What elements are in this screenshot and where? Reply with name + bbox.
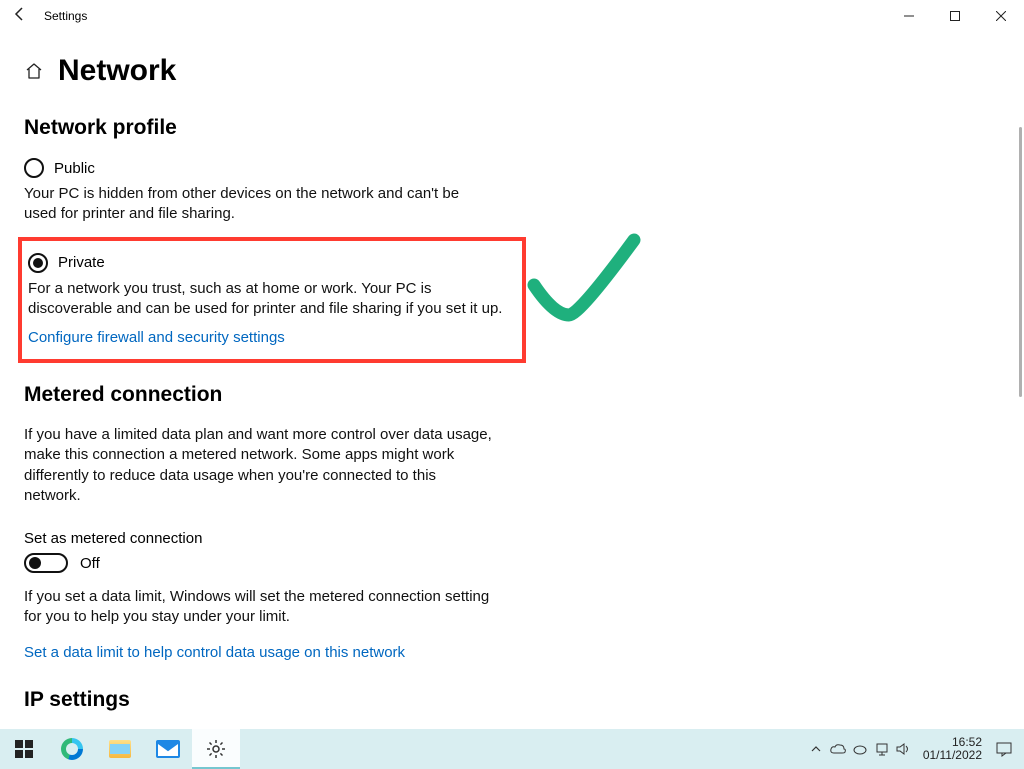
radio-private[interactable]: Private — [28, 253, 512, 273]
taskbar-edge[interactable] — [48, 729, 96, 769]
metered-block: If you have a limited data plan and want… — [24, 425, 494, 662]
folder-icon — [109, 740, 131, 758]
mail-icon — [156, 740, 180, 758]
gear-icon — [206, 739, 226, 759]
radio-public-label: Public — [54, 160, 95, 177]
section-network-profile-heading: Network profile — [24, 116, 1000, 140]
page-title: Network — [58, 54, 176, 88]
configure-firewall-link[interactable]: Configure firewall and security settings — [28, 329, 285, 346]
data-limit-description: If you set a data limit, Windows will se… — [24, 587, 494, 628]
vertical-scrollbar[interactable] — [1019, 127, 1022, 397]
home-icon[interactable] — [24, 61, 44, 81]
metered-toggle[interactable] — [24, 553, 68, 573]
set-data-limit-link[interactable]: Set a data limit to help control data us… — [24, 644, 405, 661]
annotation-highlight-box: Private For a network you trust, such as… — [18, 237, 526, 364]
taskbar-file-explorer[interactable] — [96, 729, 144, 769]
taskbar-settings[interactable] — [192, 729, 240, 769]
annotation-checkmark-icon — [524, 230, 644, 330]
window-title: Settings — [40, 9, 87, 23]
private-description: For a network you trust, such as at home… — [28, 279, 512, 320]
tray-overflow-button[interactable] — [805, 744, 827, 754]
metered-toggle-label: Set as metered connection — [24, 530, 494, 547]
window-titlebar: Settings — [0, 0, 1024, 32]
radio-unchecked-icon — [24, 158, 44, 178]
close-button[interactable] — [978, 0, 1024, 32]
public-description: Your PC is hidden from other devices on … — [24, 184, 494, 225]
settings-page: Network Network profile Public Your PC i… — [0, 32, 1024, 729]
minimize-button[interactable] — [886, 0, 932, 32]
metered-description: If you have a limited data plan and want… — [24, 425, 494, 506]
taskbar: 16:52 01/11/2022 — [0, 729, 1024, 769]
tray-weather-icon[interactable] — [849, 743, 871, 755]
back-button[interactable] — [0, 6, 40, 27]
clock-date: 01/11/2022 — [923, 749, 982, 762]
tray-volume-icon[interactable] — [893, 742, 915, 756]
edge-icon — [61, 738, 83, 760]
maximize-button[interactable] — [932, 0, 978, 32]
taskbar-mail[interactable] — [144, 729, 192, 769]
radio-public[interactable]: Public — [24, 158, 494, 178]
radio-checked-icon — [28, 253, 48, 273]
section-metered-heading: Metered connection — [24, 383, 1000, 407]
start-button[interactable] — [0, 729, 48, 769]
tray-onedrive-icon[interactable] — [827, 743, 849, 755]
profile-public-block: Public Your PC is hidden from other devi… — [24, 158, 494, 225]
metered-toggle-value: Off — [80, 555, 100, 572]
section-ip-heading: IP settings — [24, 688, 1000, 712]
tray-network-icon[interactable] — [871, 742, 893, 756]
radio-private-label: Private — [58, 254, 105, 271]
tray-action-center[interactable] — [990, 741, 1018, 757]
page-header: Network — [24, 54, 1000, 88]
taskbar-clock[interactable]: 16:52 01/11/2022 — [915, 736, 990, 762]
